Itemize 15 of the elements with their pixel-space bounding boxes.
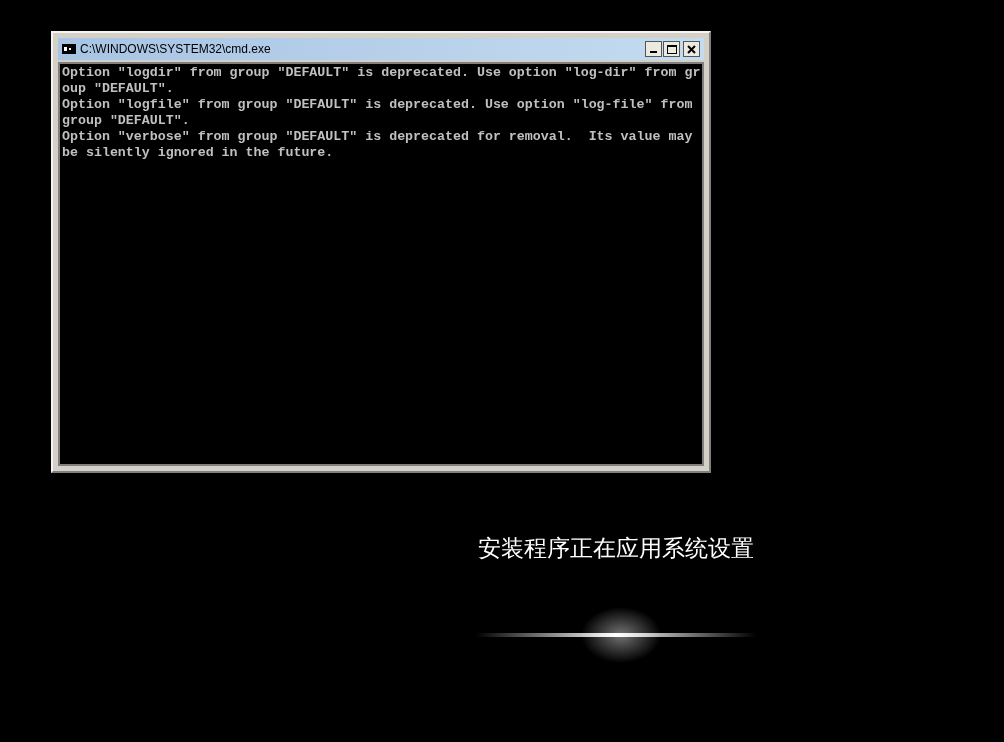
console-line: group "DEFAULT". bbox=[62, 113, 191, 129]
console-line: Option "logfile" from group "DEFAULT" is deprecated. Use option "log-file" from bbox=[62, 97, 694, 113]
minimize-icon bbox=[650, 51, 657, 53]
maximize-button[interactable] bbox=[663, 41, 680, 57]
console-line: Option "logdir" from group "DEFAULT" is deprecated. Use option "log-dir" from gr bbox=[62, 65, 700, 81]
status-text: 安装程序正在应用系统设置 bbox=[478, 534, 754, 563]
minimize-button[interactable] bbox=[645, 41, 662, 57]
close-button[interactable] bbox=[683, 41, 700, 57]
close-icon bbox=[687, 44, 696, 54]
console-icon bbox=[62, 44, 76, 54]
console-line: oup "DEFAULT". bbox=[62, 81, 175, 97]
console-line: be silently ignored in the future. bbox=[62, 145, 335, 161]
maximize-icon bbox=[666, 44, 677, 54]
window-title: C:\WINDOWS\SYSTEM32\cmd.exe bbox=[80, 41, 271, 58]
console-line: Option "verbose" from group "DEFAULT" is deprecated for removal. Its value may bbox=[62, 129, 694, 145]
